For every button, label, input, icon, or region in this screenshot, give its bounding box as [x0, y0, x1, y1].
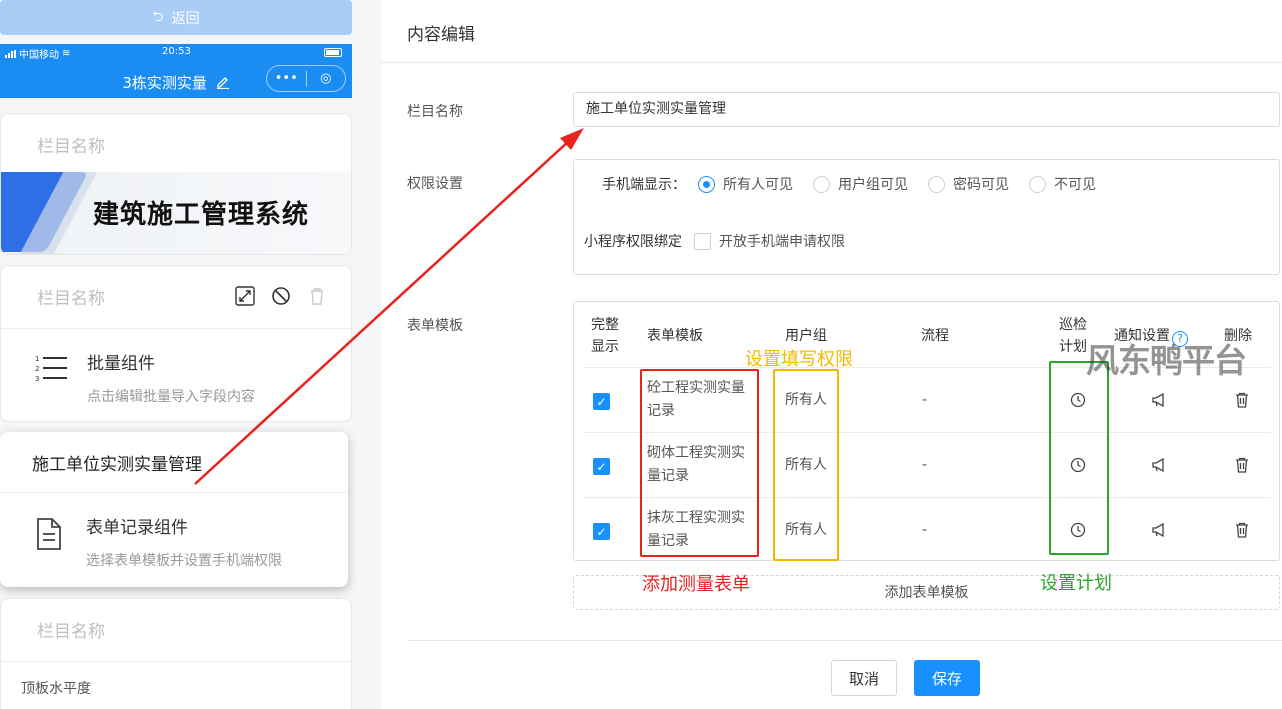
watermark: 风东鸭平台	[1086, 341, 1247, 380]
